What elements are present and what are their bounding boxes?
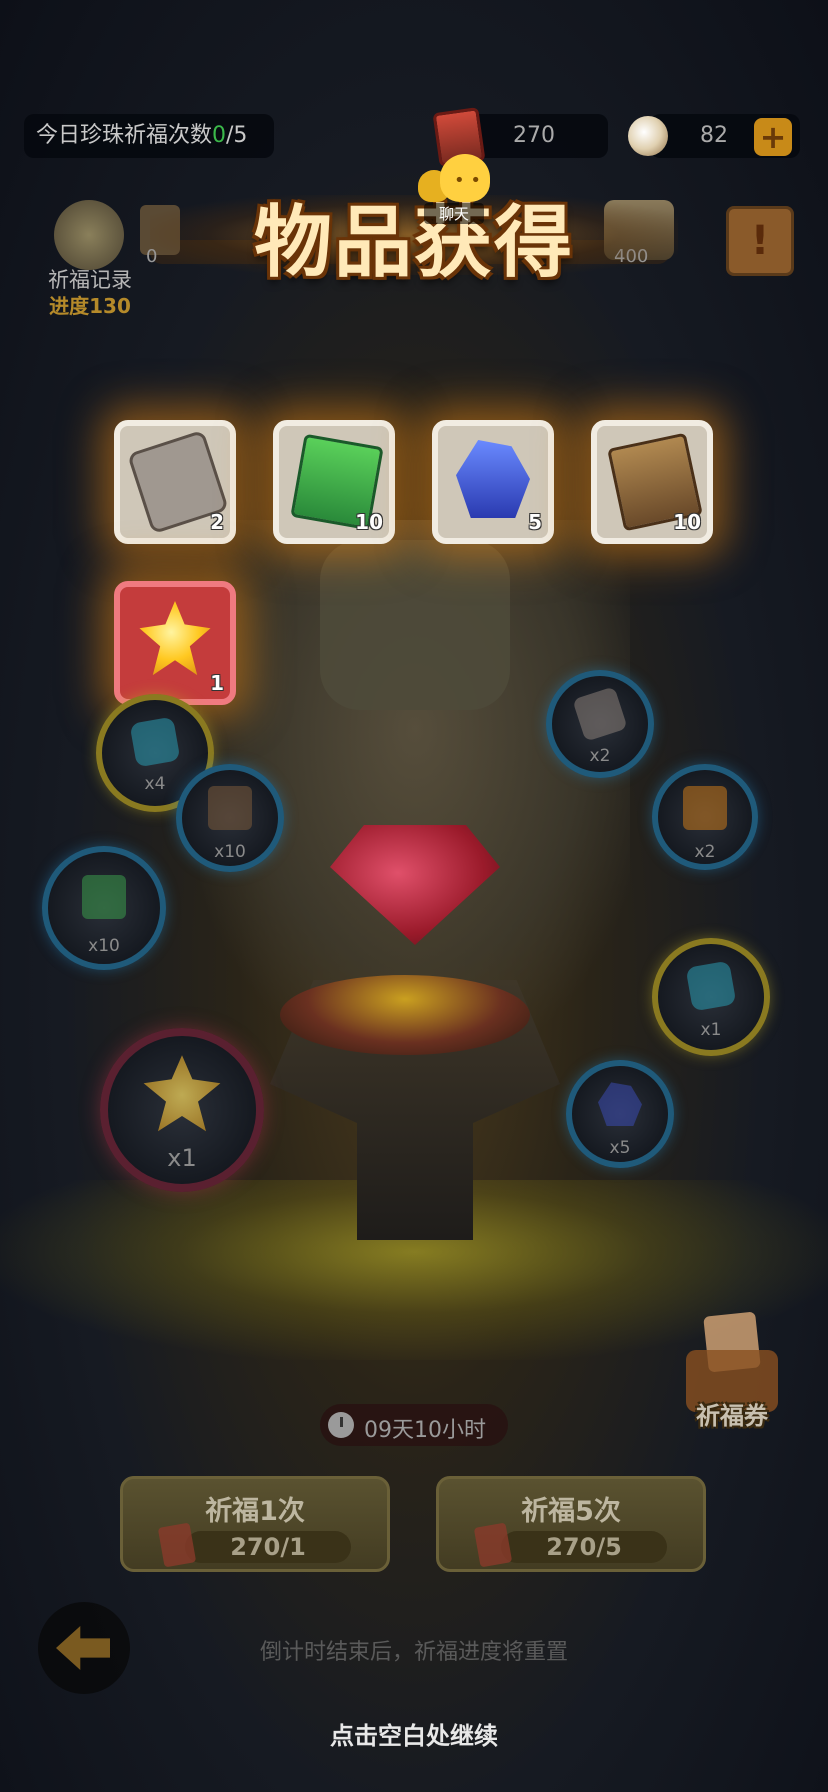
pray-count-suffix: /5 xyxy=(226,123,248,148)
wheel-reward-orb[interactable]: x2 xyxy=(546,670,654,778)
reward-card[interactable]: 5 xyxy=(432,420,554,544)
pray-five-button[interactable]: 祈福5次 270/5 xyxy=(436,1476,706,1572)
reward-card[interactable]: 10 xyxy=(591,420,713,544)
reward-qty: 5 xyxy=(528,510,542,534)
wheel-reward-orb[interactable]: x2 xyxy=(652,764,758,870)
orb-qty: x2 xyxy=(589,746,611,766)
gold-star-gem-icon xyxy=(143,1055,221,1132)
wheel-reward-orb[interactable]: x10 xyxy=(176,764,284,872)
pray-count-current: 0 xyxy=(212,123,227,148)
reward-qty: 10 xyxy=(673,510,701,534)
pray-once-button[interactable]: 祈福1次 270/1 xyxy=(120,1476,390,1572)
reward-qty: 2 xyxy=(210,510,224,534)
reward-card[interactable]: 2 xyxy=(114,420,236,544)
countdown-text: 09天10小时 xyxy=(364,1418,486,1443)
orb-qty: x1 xyxy=(167,1144,197,1172)
treasure-box-icon xyxy=(683,785,727,830)
tap-to-continue-hint[interactable]: 点击空白处继续 xyxy=(0,1716,828,1751)
stone-tablet-icon xyxy=(572,686,628,743)
chat-label[interactable]: 聊天 xyxy=(424,203,484,224)
orb-qty: x5 xyxy=(609,1138,631,1158)
pray-count-prefix: 今日珍珠祈福次数 xyxy=(36,123,213,148)
orb-qty: x1 xyxy=(700,1020,722,1040)
pray-voucher-label[interactable]: 祈福券 xyxy=(676,1396,788,1431)
pray-five-cost: 270/5 xyxy=(546,1533,622,1561)
scroll-icon xyxy=(208,786,252,831)
blue-crystal-icon xyxy=(598,1082,642,1127)
chat-bubble-face: • • xyxy=(454,170,481,191)
orb-qty: x2 xyxy=(694,842,716,862)
clock-icon xyxy=(328,1412,354,1438)
orb-qty: x10 xyxy=(88,936,120,956)
teal-gem-icon xyxy=(685,960,737,1012)
reward-card[interactable]: 1 xyxy=(114,581,236,705)
statue-face xyxy=(320,540,510,710)
countdown-timer: 09天10小时 xyxy=(320,1404,508,1446)
pray-progress-value: 进度130 xyxy=(49,294,131,318)
add-pearl-button[interactable]: + xyxy=(754,118,792,156)
wheel-reward-orb[interactable]: x10 xyxy=(42,846,166,970)
popup-title: 物品获得 xyxy=(253,198,574,288)
wheel-reward-orb[interactable]: x1 xyxy=(100,1028,264,1192)
pray-once-cost: 270/1 xyxy=(230,1533,306,1561)
pearl-amount: 82 xyxy=(700,123,728,148)
pray-five-label: 祈福5次 xyxy=(521,1496,621,1527)
ticket-amount: 270 xyxy=(513,123,555,148)
reward-qty: 10 xyxy=(355,510,383,534)
gold-star-gem-icon xyxy=(139,601,211,676)
daily-pray-count: 今日珍珠祈福次数0/5 xyxy=(24,114,274,158)
pray-once-label: 祈福1次 xyxy=(205,1496,305,1527)
orb-qty: x10 xyxy=(214,842,246,862)
reset-note: 倒计时结束后，祈福进度将重置 xyxy=(259,1640,568,1665)
wheel-reward-orb[interactable]: x5 xyxy=(566,1060,674,1168)
wheel-reward-orb[interactable]: x1 xyxy=(652,938,770,1056)
blue-crystal-icon xyxy=(456,440,530,518)
glowing-bowl xyxy=(280,975,530,1055)
teal-gem-icon xyxy=(129,716,181,768)
reward-qty: 1 xyxy=(210,671,224,695)
pearl-icon xyxy=(628,116,668,156)
green-card-icon xyxy=(82,874,126,919)
reward-card[interactable]: 10 xyxy=(273,420,395,544)
